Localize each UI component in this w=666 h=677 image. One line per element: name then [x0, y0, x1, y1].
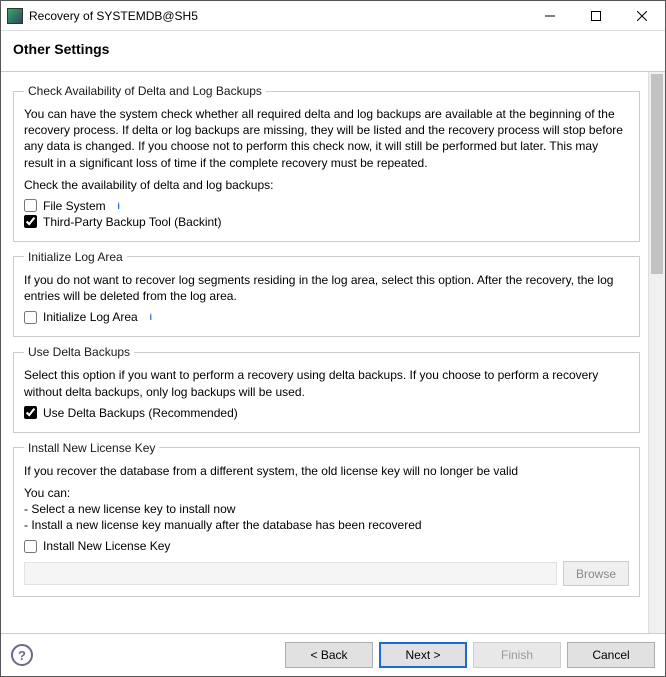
section-legend: Install New License Key: [24, 441, 159, 455]
license-line2: You can:: [24, 485, 629, 501]
license-path-input: [24, 562, 557, 585]
back-button[interactable]: < Back: [285, 642, 373, 668]
content-wrap: Check Availability of Delta and Log Back…: [1, 72, 665, 633]
browse-button: Browse: [563, 561, 629, 586]
scrollbar-thumb[interactable]: [651, 74, 663, 274]
license-line3: - Select a new license key to install no…: [24, 501, 629, 517]
checkbox-install-license-row[interactable]: Install New License Key: [24, 539, 629, 553]
help-button[interactable]: ?: [11, 644, 33, 666]
checkbox-file-system-row[interactable]: File System i: [24, 199, 629, 213]
checkbox-backint-row[interactable]: Third-Party Backup Tool (Backint): [24, 215, 629, 229]
section-subdescription: Check the availability of delta and log …: [24, 177, 629, 193]
info-icon[interactable]: i: [114, 201, 124, 211]
page-title: Other Settings: [13, 41, 653, 57]
help-icon: ?: [18, 648, 26, 663]
checkbox-init-log[interactable]: [24, 311, 37, 324]
checkbox-init-log-row[interactable]: Initialize Log Area i: [24, 310, 629, 324]
close-icon: [637, 11, 647, 21]
license-line4: - Install a new license key manually aft…: [24, 517, 629, 533]
license-line1: If you recover the database from a diffe…: [24, 463, 629, 479]
app-icon: [7, 8, 23, 24]
checkbox-use-delta-label: Use Delta Backups (Recommended): [43, 406, 238, 420]
window-title: Recovery of SYSTEMDB@SH5: [29, 9, 527, 23]
minimize-button[interactable]: [527, 1, 573, 31]
window: Recovery of SYSTEMDB@SH5 Other Settings …: [0, 0, 666, 677]
page-header: Other Settings: [1, 31, 665, 72]
cancel-button[interactable]: Cancel: [567, 642, 655, 668]
checkbox-install-license-label: Install New License Key: [43, 539, 170, 553]
checkbox-file-system-label: File System: [43, 199, 106, 213]
content-area: Check Availability of Delta and Log Back…: [1, 72, 648, 633]
minimize-icon: [545, 11, 555, 21]
close-button[interactable]: [619, 1, 665, 31]
checkbox-init-log-label: Initialize Log Area: [43, 310, 138, 324]
footer: ? < Back Next > Finish Cancel: [1, 633, 665, 676]
next-button[interactable]: Next >: [379, 642, 467, 668]
scrollbar[interactable]: [648, 72, 665, 633]
checkbox-install-license[interactable]: [24, 540, 37, 553]
section-install-license: Install New License Key If you recover t…: [13, 441, 640, 598]
section-use-delta: Use Delta Backups Select this option if …: [13, 345, 640, 432]
license-input-row: Browse: [24, 561, 629, 586]
section-legend: Initialize Log Area: [24, 250, 127, 264]
checkbox-backint[interactable]: [24, 215, 37, 228]
checkbox-use-delta[interactable]: [24, 406, 37, 419]
info-icon[interactable]: i: [146, 312, 156, 322]
maximize-icon: [591, 11, 601, 21]
checkbox-use-delta-row[interactable]: Use Delta Backups (Recommended): [24, 406, 629, 420]
finish-button: Finish: [473, 642, 561, 668]
section-legend: Check Availability of Delta and Log Back…: [24, 84, 266, 98]
checkbox-file-system[interactable]: [24, 199, 37, 212]
checkbox-backint-label: Third-Party Backup Tool (Backint): [43, 215, 222, 229]
section-legend: Use Delta Backups: [24, 345, 134, 359]
section-description: You can have the system check whether al…: [24, 106, 629, 171]
title-bar: Recovery of SYSTEMDB@SH5: [1, 1, 665, 31]
section-description: Select this option if you want to perfor…: [24, 367, 629, 399]
maximize-button[interactable]: [573, 1, 619, 31]
section-description: If you do not want to recover log segmen…: [24, 272, 629, 304]
section-check-availability: Check Availability of Delta and Log Back…: [13, 84, 640, 242]
section-initialize-log: Initialize Log Area If you do not want t…: [13, 250, 640, 337]
